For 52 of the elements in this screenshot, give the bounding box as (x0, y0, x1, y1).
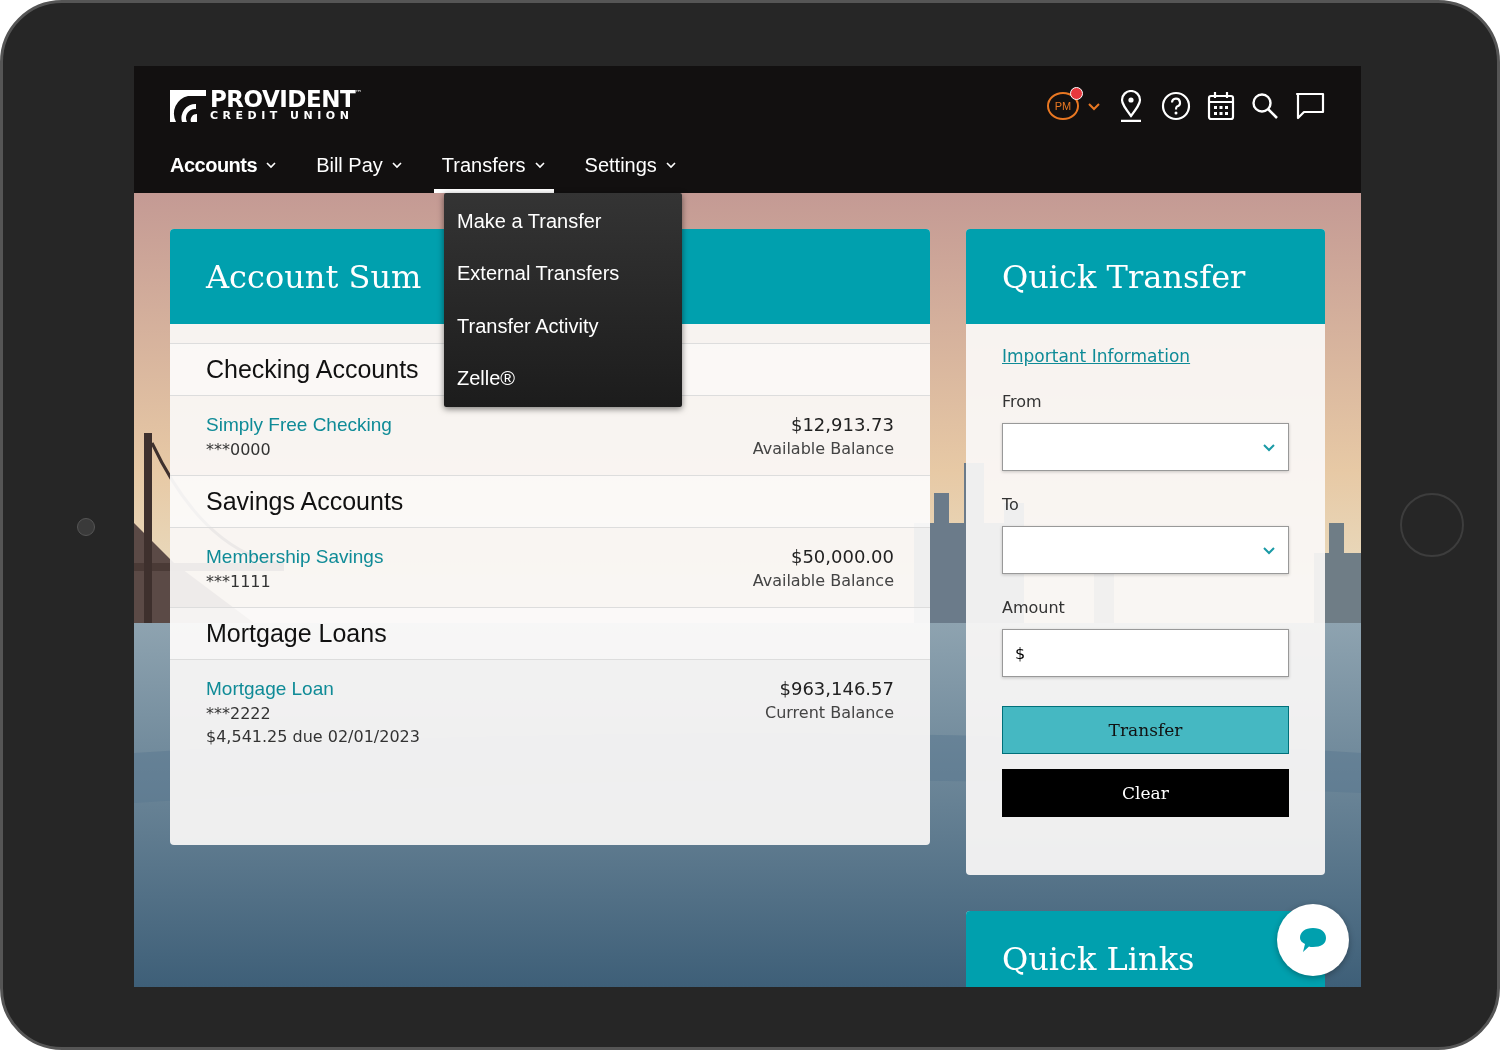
account-link[interactable]: Simply Free Checking (206, 414, 392, 436)
account-dropdown[interactable] (1002, 423, 1289, 471)
chevron-down-icon (1262, 442, 1276, 452)
card-title: Quick Links (1002, 939, 1195, 978)
field-label: Amount (1002, 598, 1066, 617)
menu-item[interactable]: Make a Transfer (444, 195, 682, 248)
chevron-down-icon (265, 161, 278, 169)
nav-tab[interactable]: Accounts (162, 141, 286, 193)
card-title: Account Sum (206, 257, 422, 296)
transfer-button[interactable]: Transfer (1002, 706, 1289, 754)
camera-lens (77, 518, 95, 536)
menu-item[interactable]: Transfer Activity (444, 300, 682, 353)
chevron-down-icon (1262, 545, 1276, 555)
payment-due-text: $4,541.25 due 02/01/2023 (206, 727, 420, 746)
help-icon[interactable] (1161, 90, 1191, 121)
balance-label: Current Balance (765, 703, 894, 722)
balance-label: Available Balance (752, 439, 894, 458)
card-title: Quick Transfer (1002, 257, 1246, 296)
section-title: Savings Accounts (206, 487, 404, 516)
balance-amount: $12,913.73 (790, 414, 894, 435)
field-label: From (1002, 392, 1043, 411)
menu-item[interactable]: Zelle® (444, 352, 682, 405)
brand-name: PROVIDENT (210, 89, 356, 110)
brand-tagline: CREDIT UNION (210, 110, 355, 122)
chevron-down-icon (533, 161, 546, 169)
section-title: Mortgage Loans (206, 619, 387, 648)
balance-amount: $50,000.00 (790, 546, 894, 567)
important-information-link[interactable]: Important Information (1002, 346, 1191, 366)
balance-amount: $963,146.57 (779, 678, 894, 699)
section-title: Checking Accounts (206, 355, 419, 384)
chat-bubble-icon[interactable] (1295, 91, 1325, 120)
calendar-icon[interactable] (1207, 90, 1235, 121)
account-number: ***2222 (206, 704, 272, 723)
nav-tab[interactable]: Settings (576, 141, 685, 193)
menu-item[interactable]: External Transfers (444, 247, 682, 300)
amount-field[interactable]: $ (1002, 629, 1289, 677)
clear-button[interactable]: Clear (1002, 769, 1289, 817)
account-number: ***1111 (206, 572, 272, 591)
chevron-down-icon (390, 161, 403, 169)
currency-sign: $ (1015, 643, 1026, 663)
chevron-down-icon (664, 161, 677, 169)
account-link[interactable]: Mortgage Loan (206, 678, 420, 700)
search-icon[interactable] (1251, 91, 1279, 120)
field-label: To (1002, 495, 1020, 514)
nav-tab[interactable]: Bill Pay (308, 141, 411, 193)
speech-bubble-icon (1298, 926, 1328, 954)
account-link[interactable]: Membership Savings (206, 546, 384, 568)
caret-icon[interactable] (1087, 100, 1101, 111)
logo-mark-icon (170, 90, 206, 122)
account-number: ***0000 (206, 440, 272, 459)
balance-label: Available Balance (752, 571, 894, 590)
account-dropdown[interactable] (1002, 526, 1289, 574)
